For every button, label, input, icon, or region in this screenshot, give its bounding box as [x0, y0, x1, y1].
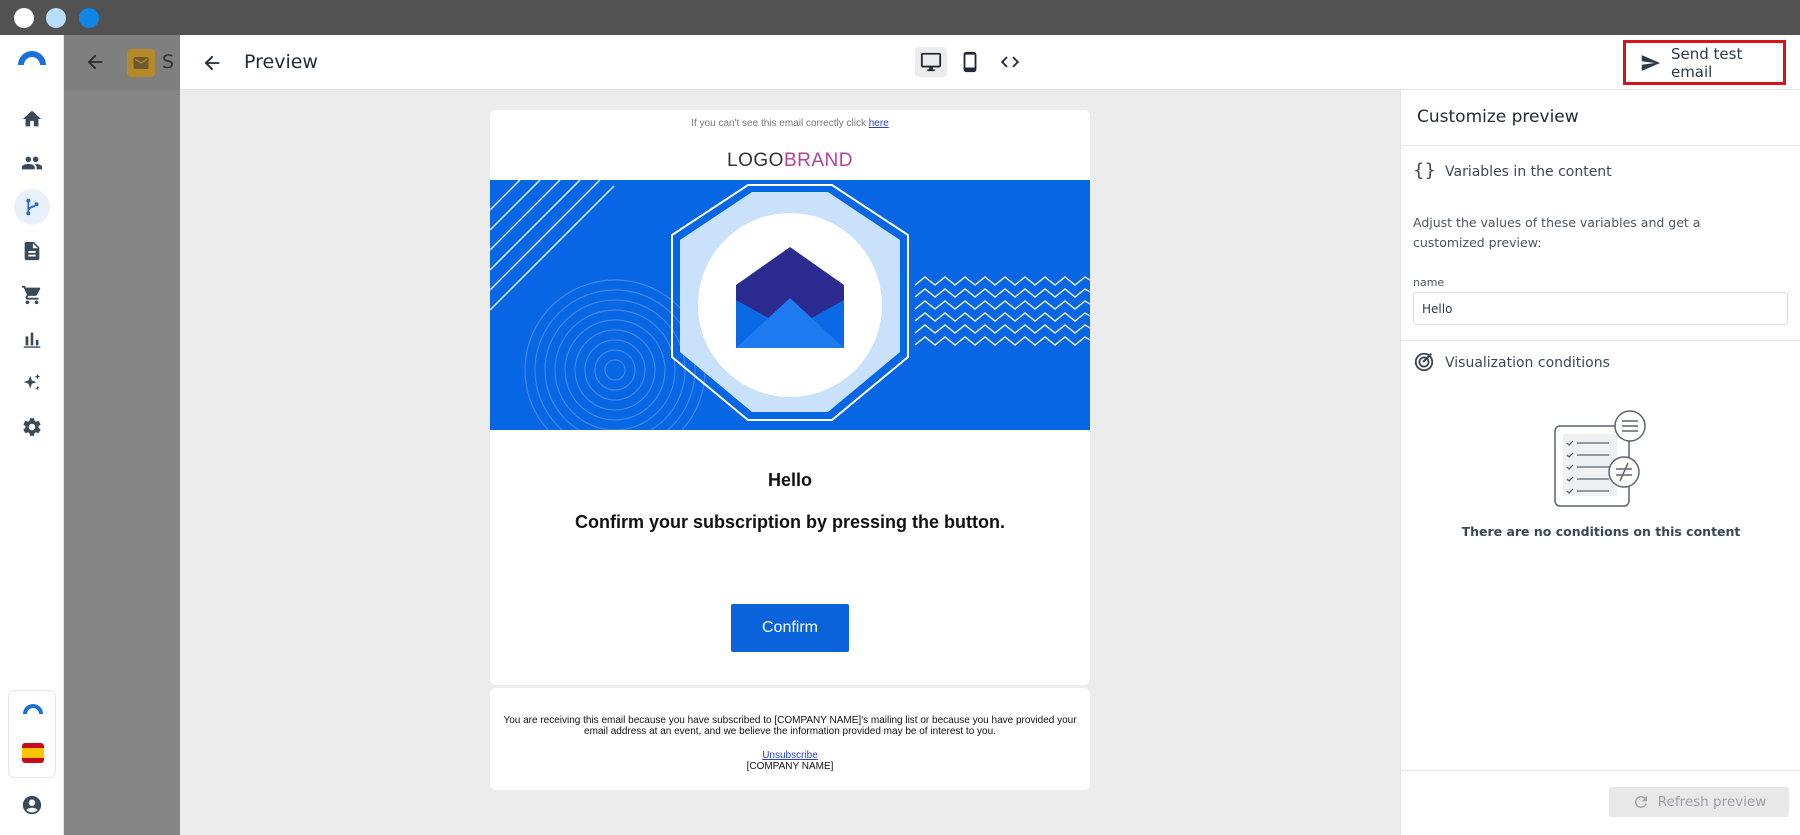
braces-icon: {} — [1413, 160, 1436, 181]
preheader-link[interactable]: here — [869, 118, 889, 129]
email-footer: You are receiving this email because you… — [490, 688, 1090, 790]
mobile-view-button[interactable] — [954, 47, 986, 77]
window-titlebar — [0, 0, 1800, 35]
panel-divider — [1401, 340, 1800, 341]
background-overlay — [64, 35, 180, 835]
desktop-icon — [920, 52, 942, 72]
document-icon — [24, 241, 40, 261]
code-icon — [1000, 56, 1020, 68]
refresh-preview-label: Refresh preview — [1657, 794, 1767, 810]
logo-part-2: BRAND — [783, 150, 853, 171]
email-preheader: If you can't see this email correctly cl… — [490, 118, 1090, 129]
preview-header: Preview Send test email — [180, 35, 1800, 90]
empty-conditions-illustration — [1551, 410, 1651, 510]
name-variable-input[interactable] — [1413, 292, 1788, 325]
back-button[interactable] — [198, 49, 226, 77]
sidebar-item-settings[interactable] — [14, 409, 50, 445]
account-logo[interactable] — [22, 701, 44, 719]
background-title: S — [162, 51, 175, 73]
flow-icon — [26, 198, 39, 216]
user-profile-button[interactable] — [14, 787, 50, 823]
page-title: Preview — [244, 51, 318, 73]
refresh-icon — [1634, 796, 1647, 808]
send-icon — [1641, 54, 1661, 71]
envelope-hero-illustration — [490, 180, 1090, 430]
sidebar-item-home[interactable] — [14, 101, 50, 137]
home-icon — [22, 110, 42, 127]
mobile-phone-icon — [963, 51, 977, 73]
footer-text: You are receiving this email because you… — [503, 715, 1077, 737]
unsubscribe-link[interactable]: Unsubscribe — [490, 750, 1090, 761]
sidebar-item-contacts[interactable] — [14, 145, 50, 181]
background-email-icon — [127, 49, 155, 77]
target-check-icon — [1413, 351, 1435, 373]
email-greeting: Hello — [767, 470, 812, 490]
email-logo: LOGOBRAND — [490, 150, 1090, 172]
code-view-button[interactable] — [994, 47, 1026, 77]
no-conditions-message: There are no conditions on this content — [1461, 524, 1741, 539]
variables-description: Adjust the values of these variables and… — [1413, 215, 1701, 250]
language-flag-icon[interactable] — [22, 743, 44, 763]
window-close-button[interactable] — [14, 8, 34, 28]
conditions-section-title: Visualization conditions — [1445, 355, 1610, 371]
panel-divider — [1401, 770, 1800, 771]
window-maximize-button[interactable] — [79, 8, 99, 28]
preheader-text: If you can't see this email correctly cl… — [691, 118, 866, 129]
sidebar-bottom-group — [8, 690, 56, 778]
arrow-left-icon — [204, 55, 220, 71]
background-back-icon — [84, 51, 106, 73]
sidebar-item-ecommerce[interactable] — [14, 277, 50, 313]
gear-icon — [23, 418, 41, 436]
customize-preview-panel: Customize preview {} Variables in the co… — [1400, 90, 1800, 835]
panel-title: Customize preview — [1417, 107, 1579, 127]
sidebar-item-content[interactable] — [14, 233, 50, 269]
send-test-email-label: Send test email — [1670, 44, 1743, 81]
sidebar-item-reports[interactable] — [14, 321, 50, 357]
preview-modal: Preview Send test email If you can't see… — [180, 35, 1800, 835]
user-account-icon — [22, 795, 42, 815]
sparkle-icon — [23, 373, 41, 391]
bar-chart-icon — [23, 332, 41, 348]
sidebar-item-automations[interactable] — [14, 189, 50, 225]
logo-part-1: LOGO — [727, 150, 784, 171]
name-field-label: name — [1413, 276, 1445, 289]
email-message: Confirm your subscription by pressing th… — [574, 512, 1005, 532]
app-sidebar — [0, 35, 64, 835]
email-preview: If you can't see this email correctly cl… — [490, 110, 1090, 685]
company-name: [COMPANY NAME] — [746, 761, 834, 772]
people-icon — [21, 156, 43, 170]
app-logo[interactable] — [16, 47, 48, 67]
email-hero-banner — [490, 180, 1090, 430]
panel-divider — [1401, 145, 1800, 146]
refresh-preview-button[interactable]: Refresh preview — [1609, 787, 1789, 817]
cart-icon — [21, 285, 41, 305]
variables-section-title: Variables in the content — [1445, 164, 1612, 180]
window-minimize-button[interactable] — [46, 8, 66, 28]
desktop-view-button[interactable] — [915, 47, 947, 77]
confirm-button[interactable]: Confirm — [731, 604, 849, 652]
sidebar-item-ai[interactable] — [14, 365, 50, 401]
background-header: S — [64, 35, 180, 90]
send-test-email-button[interactable]: Send test email — [1623, 40, 1786, 85]
